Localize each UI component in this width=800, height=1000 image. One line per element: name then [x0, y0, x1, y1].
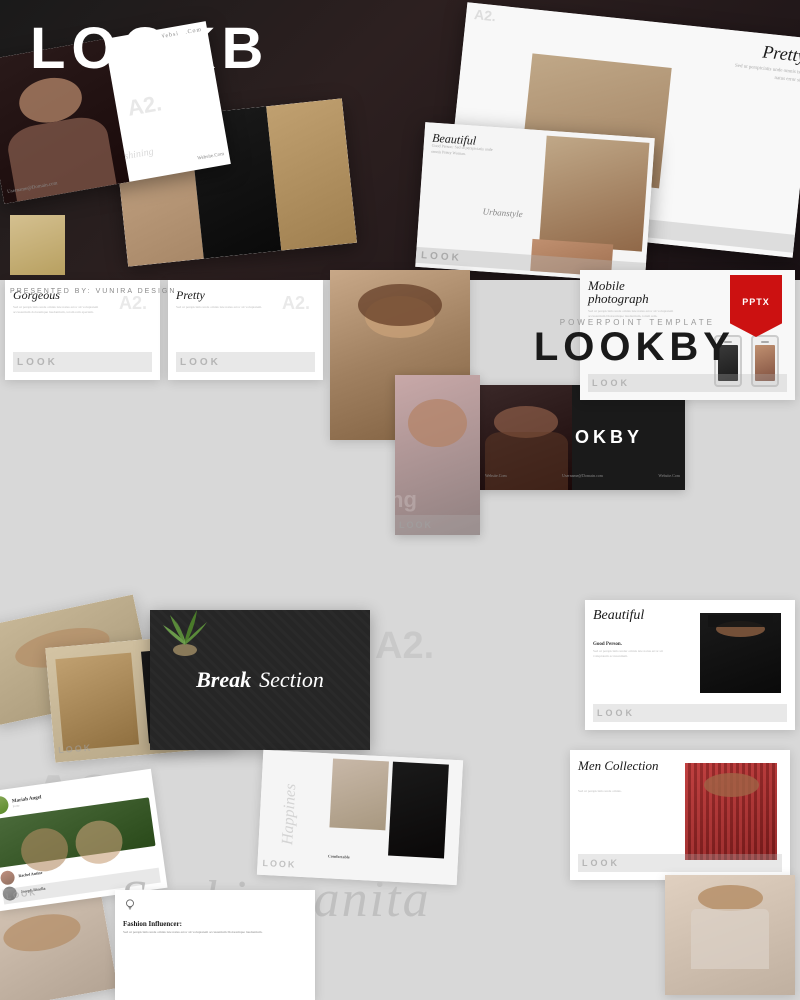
break-a2-watermark: A2.	[375, 625, 434, 668]
happines-photo-2	[388, 762, 449, 859]
men-body: Sed ut perspiciatis unde omnis.	[578, 789, 658, 794]
men-look: LOOK	[582, 858, 620, 868]
right-body	[691, 909, 769, 969]
lookby-dark-inner: LOOKBY Website.Com Username@Domain.com W…	[480, 385, 685, 490]
mariah-look: LOOK	[6, 888, 38, 901]
rotated-2-look-text: LOOK	[58, 742, 93, 755]
gorgeous-body: Sed ut perspiciatis unde omnis iste natu…	[13, 305, 103, 316]
rotated-2-look: LOOK	[57, 737, 92, 758]
gorgeous-look-strip: LOOK	[13, 352, 152, 372]
beautiful-slide-inner: Beautiful Good Person: Sed ut perspiciat…	[415, 122, 655, 280]
men-photo	[685, 763, 777, 860]
hat-brim	[708, 615, 773, 627]
happines-subtitle: Comfortable	[328, 853, 350, 859]
men-face	[704, 773, 759, 797]
gorgeous-inner: Gorgeous A2. Sed ut perspiciatis unde om…	[13, 288, 152, 372]
mobile-look: LOOK	[592, 378, 630, 388]
top-slide-beautiful: Beautiful Good Person: Sed ut perspiciat…	[415, 122, 655, 280]
pretty-slide-look: LOOK	[180, 357, 221, 368]
fashion-inner: Fashion Influencer: Sed ut perspiciatis …	[123, 898, 307, 992]
dark-website1-text: Website.Com	[485, 473, 507, 478]
pretty-a2: A2.	[473, 6, 497, 26]
dark-website2-text: Website.Com	[658, 473, 680, 478]
left-model-look: LOOK	[399, 520, 433, 530]
profile-info-1: Mariah Angel Foote	[12, 795, 43, 808]
presented-by-area: PRESENTED BY: VUNIRA DESIGN	[10, 280, 176, 298]
pretty-slide: Pretty A2. Sed ut perspiciatis unde omni…	[168, 280, 323, 380]
slide1-website2: Website.Com	[197, 152, 224, 162]
main-title-area: LOOKBY	[534, 325, 735, 370]
plant-decoration	[155, 590, 215, 660]
profile-photo-2	[0, 869, 15, 885]
blond-portrait	[10, 215, 65, 275]
beautiful-bottom-inner: Beautiful Good Person. Sed ut perspiciat…	[593, 608, 787, 722]
page-wrapper: LOOKB Website.Com Username@Domain.com We…	[0, 0, 800, 1000]
lookby-dark-slide: LOOKBY Website.Com Username@Domain.com W…	[480, 385, 685, 490]
lightbulb-icon-area	[123, 898, 307, 917]
left-model-slide: LOOK ng	[395, 375, 480, 535]
pretty-slide-a2: A2.	[282, 293, 310, 314]
model-hair	[358, 284, 442, 327]
beautiful-bottom-card: Beautiful Good Person. Sed ut perspiciat…	[585, 600, 795, 730]
dark-username-text: Username@Domain.com	[562, 473, 603, 478]
header-lookby-text: LOOKB	[30, 20, 269, 78]
pretty-inner: Pretty A2. Sed ut perspiciatis unde omni…	[176, 288, 315, 372]
beautiful-body: Good Person: Sed ut perspiciatis unde om…	[431, 143, 502, 160]
fashion-title: Fashion Influencer:	[123, 920, 307, 928]
slide1-shining: shining	[124, 146, 155, 162]
beautiful-photo-dark	[700, 613, 781, 693]
bottom-right-model	[665, 875, 795, 995]
plant-svg	[155, 590, 215, 660]
left-model-face	[408, 399, 468, 447]
top-blond-photo	[10, 215, 65, 275]
pptx-label: PPTX	[742, 297, 770, 307]
dark-website1: Website.Com	[485, 464, 507, 482]
top-collage-section: LOOKB Website.Com Username@Domain.com We…	[0, 0, 800, 280]
main-lookby-title: LOOKBY	[534, 325, 735, 369]
urbanstyle-label: Urbanstyle	[482, 206, 523, 219]
gorgeous-look: LOOK	[17, 357, 58, 368]
men-inner: Men Collection Sed ut perspiciatis unde …	[578, 758, 782, 872]
couple-face-1	[18, 825, 71, 867]
slide1-a2: A2.	[125, 90, 163, 122]
pretty-a2-text: A2.	[473, 6, 496, 24]
beautiful-photo	[539, 136, 650, 252]
main-lookby-header: LOOKB	[30, 20, 269, 78]
dark-website2: Website.Com	[658, 464, 680, 482]
happines-title: Happines	[280, 783, 301, 845]
presented-by-text: PRESENTED BY: VUNIRA DESIGN	[10, 288, 176, 295]
break-section-label: Section	[259, 667, 324, 692]
right-face	[698, 885, 763, 911]
break-a2-text: A2.	[375, 625, 434, 667]
lightbulb-icon	[123, 898, 137, 912]
left-model-look-strip: LOOK	[395, 515, 480, 535]
beautiful-bottom-look: LOOK	[597, 708, 635, 718]
portrait-3	[266, 98, 357, 250]
mobile-look-strip: LOOK	[588, 374, 787, 392]
bottom-model-face	[1, 909, 84, 957]
break-text-area: Break Section	[196, 667, 324, 693]
mariah-name-2: Rachel Antine	[18, 870, 43, 878]
pretty-slide-look-strip: LOOK	[176, 352, 315, 372]
happines-look-text: LOOK	[262, 858, 296, 870]
dark-username: Username@Domain.com	[562, 464, 603, 482]
beautiful-bottom-look-strip: LOOK	[593, 704, 787, 722]
pretty-title-area: Pretty Sed ut perspiciatis unde omnis is…	[723, 38, 800, 85]
ng-watermark: ng	[395, 487, 417, 513]
pretty-slide-body: Sed ut perspiciatis unde omnis iste natu…	[176, 305, 266, 310]
break-bold: Break	[196, 667, 251, 692]
beautiful-body: Sed ut perspiciatis under omnis iste nat…	[593, 649, 673, 660]
happines-photo-1	[329, 759, 389, 831]
men-collection-card: Men Collection Sed ut perspiciatis unde …	[570, 750, 790, 880]
portrait-left	[55, 652, 138, 750]
fashion-card: Fashion Influencer: Sed ut perspiciatis …	[115, 890, 315, 1000]
happines-inner: Happines Comfortable LOOK	[257, 750, 463, 885]
beautiful-look-label: LOOK	[421, 250, 463, 264]
fashion-body: Sed ut perspiciatis unde omnis iste natu…	[123, 930, 307, 935]
happines-card: Happines Comfortable LOOK	[257, 750, 463, 885]
profile-photo-1	[0, 795, 10, 815]
men-look-strip: LOOK	[578, 854, 782, 872]
bottom-right-photo	[665, 875, 795, 995]
